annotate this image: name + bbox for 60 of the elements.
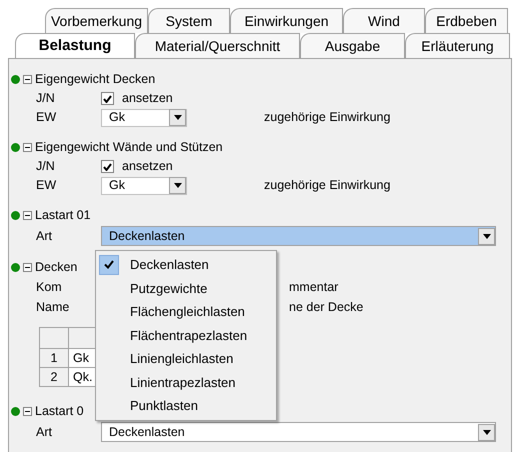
- section-title: Lastart 01: [35, 206, 91, 224]
- field-note: zugehörige Einwirkung: [264, 177, 390, 194]
- collapse-toggle[interactable]: [23, 210, 32, 220]
- tab[interactable]: Erläuterung: [405, 33, 510, 58]
- field-note: zugehörige Einwirkung: [264, 109, 390, 126]
- dropdown-button[interactable]: [169, 109, 186, 126]
- caret-icon: [482, 430, 490, 434]
- dropdown-button[interactable]: [478, 424, 495, 440]
- collapse-toggle[interactable]: [23, 262, 32, 272]
- menu-item[interactable]: Flächengleichlasten: [96, 300, 276, 324]
- field-label: EW: [36, 177, 58, 194]
- dropdown-button[interactable]: [478, 228, 495, 244]
- tab[interactable]: Belastung: [15, 33, 135, 58]
- combo-value: Deckenlasten: [109, 228, 185, 245]
- field-note: mmentar: [289, 278, 338, 296]
- tab[interactable]: Wind: [343, 8, 425, 33]
- checkbox[interactable]: [101, 160, 114, 173]
- combo-box[interactable]: Deckenlasten: [101, 226, 496, 246]
- field-label: J/N: [36, 158, 56, 176]
- tab[interactable]: Material/Querschnitt: [135, 33, 300, 58]
- tab[interactable]: Einwirkungen: [230, 8, 343, 33]
- section-title: Eigengewicht Wände und Stützen: [35, 138, 223, 156]
- collapse-toggle[interactable]: [23, 406, 32, 416]
- tab[interactable]: System: [148, 8, 230, 33]
- table-header-cell: [39, 327, 69, 349]
- combo-box[interactable]: Gk: [101, 108, 187, 126]
- field-label: Art: [36, 228, 53, 245]
- tab[interactable]: Ausgabe: [300, 33, 405, 58]
- check-icon: [103, 162, 112, 170]
- menu-item[interactable]: Flächentrapezlasten: [96, 324, 276, 347]
- caret-icon: [482, 234, 490, 238]
- field-label: Kom: [36, 278, 63, 296]
- caret-icon: [174, 115, 182, 120]
- combo-value: Deckenlasten: [109, 424, 185, 441]
- collapse-toggle[interactable]: [23, 142, 32, 152]
- checkbox-label: ansetzen: [122, 90, 173, 108]
- combo-box[interactable]: Gk: [101, 176, 187, 194]
- field-label: Art: [36, 424, 53, 441]
- section-title: Lastart 0: [35, 402, 84, 420]
- caret-icon: [174, 183, 182, 188]
- combo-value: Gk: [109, 177, 125, 194]
- dropdown-button[interactable]: [169, 177, 186, 194]
- combo-box[interactable]: Deckenlasten: [101, 422, 496, 442]
- tab[interactable]: Erdbeben: [425, 8, 508, 33]
- check-icon: [104, 260, 114, 270]
- section-title: Eigengewicht Decken: [35, 70, 156, 88]
- tab[interactable]: Vorbemerkung: [45, 8, 148, 33]
- check-icon: [103, 94, 112, 102]
- field-label: J/N: [36, 90, 56, 108]
- checkbox[interactable]: [101, 92, 114, 105]
- collapse-toggle[interactable]: [23, 74, 32, 84]
- field-note: ne der Decke: [289, 298, 364, 316]
- menu-item[interactable]: Putzgewichte: [96, 276, 276, 300]
- section-title: Decken: [35, 258, 78, 276]
- combo-value: Gk: [109, 109, 125, 126]
- menu-item[interactable]: Deckenlasten: [96, 253, 276, 276]
- field-label: Name: [36, 298, 70, 316]
- checkbox-label: ansetzen: [122, 158, 173, 176]
- field-label: EW: [36, 109, 58, 126]
- menu-item[interactable]: Punktlasten: [96, 394, 276, 418]
